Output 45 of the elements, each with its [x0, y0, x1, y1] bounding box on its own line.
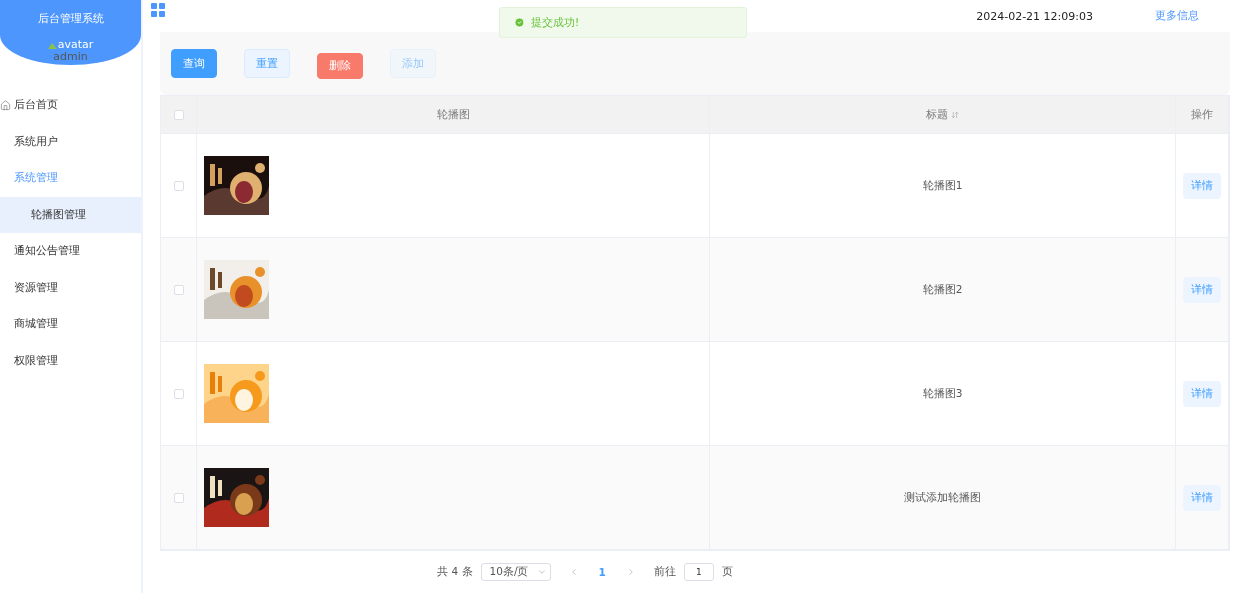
page-suffix: 页	[721, 565, 733, 579]
column-title: 轮播图	[436, 107, 470, 122]
toolbar-button[interactable]: 重置	[244, 49, 290, 78]
username: admin	[53, 50, 88, 63]
detail-button[interactable]: 详情	[1183, 484, 1221, 511]
more-info-link[interactable]: 更多信息	[1155, 9, 1199, 23]
column-title: 操作	[1191, 107, 1213, 122]
column-header[interactable]: 标题	[710, 96, 1176, 134]
detail-button[interactable]: 详情	[1183, 172, 1221, 199]
checkbox[interactable]	[173, 180, 184, 191]
jump-label: 前往	[653, 565, 676, 579]
app-title: 后台管理系统	[37, 12, 104, 26]
check-icon	[514, 17, 525, 28]
table-cell: 轮播图1	[710, 134, 1176, 238]
sort-icon[interactable]	[951, 110, 959, 119]
page-jump-input[interactable]: 1	[683, 563, 714, 581]
column-title: 标题	[926, 107, 948, 122]
table-cell: 轮播图3	[710, 342, 1176, 446]
grid-icon[interactable]	[151, 3, 165, 17]
menu-item[interactable]: 通知公告管理	[0, 233, 141, 270]
detail-button[interactable]: 详情	[1183, 276, 1221, 303]
menu-item[interactable]: 商城管理	[0, 306, 141, 343]
toolbar-button[interactable]: 查询	[171, 49, 217, 78]
datetime: 2024-02-21 12:09:03	[976, 9, 1093, 23]
home-icon	[0, 99, 11, 111]
toast-message: 提交成功!	[531, 15, 580, 30]
avatar-alt-text: avatar	[47, 38, 94, 51]
total-count: 共 4 条	[437, 565, 473, 579]
menu-item[interactable]: 资源管理	[0, 269, 141, 306]
detail-button[interactable]: 详情	[1183, 380, 1221, 407]
menu-item[interactable]: 轮播图管理	[0, 196, 141, 233]
chevron-down-icon	[536, 567, 547, 577]
toolbar-button[interactable]: 删除	[317, 53, 363, 79]
checkbox[interactable]	[173, 388, 184, 399]
table-cell: 测试添加轮播图	[710, 446, 1176, 550]
menu-item[interactable]: 后台首页	[0, 87, 141, 124]
page-number[interactable]: 1	[598, 566, 606, 578]
checkbox[interactable]	[173, 284, 184, 295]
checkbox[interactable]	[173, 492, 184, 503]
menu-item[interactable]: 权限管理	[0, 342, 141, 379]
checkbox[interactable]	[173, 109, 184, 120]
menu-item[interactable]: 系统用户	[0, 123, 141, 160]
table-cell: 轮播图2	[710, 238, 1176, 342]
page-size-select[interactable]: 10条/页	[480, 563, 551, 581]
menu-item[interactable]: 系统管理	[0, 160, 141, 197]
